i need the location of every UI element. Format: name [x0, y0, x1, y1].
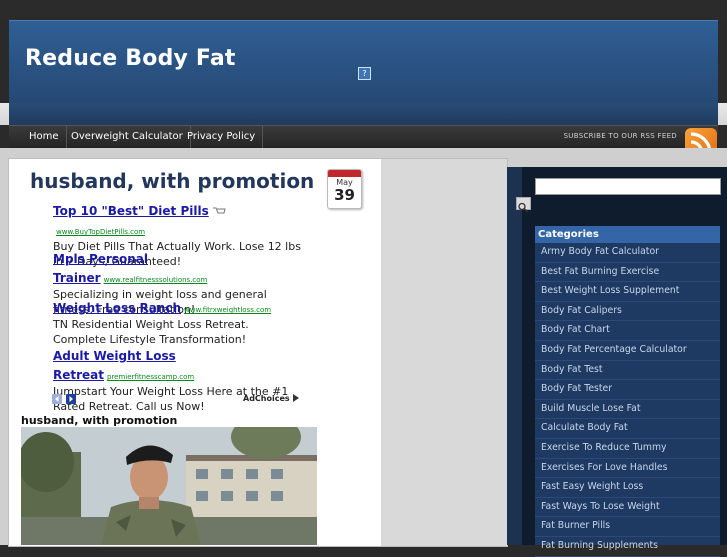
ad-prev-button[interactable]: [52, 394, 62, 404]
sidebar-strip: [507, 167, 522, 545]
nav-item-overweight-calculator[interactable]: Overweight Calculator: [64, 126, 191, 148]
ad-url[interactable]: www.fitrxweightloss.com: [184, 306, 271, 314]
calendar-icon: May 39: [327, 169, 362, 209]
category-link[interactable]: Build Muscle Lose Fat: [535, 400, 720, 420]
help-icon[interactable]: ?: [358, 67, 371, 80]
category-link[interactable]: Army Body Fat Calculator: [535, 243, 720, 263]
ad-title[interactable]: Top 10 "Best" Diet Pills: [53, 204, 209, 218]
nav-item-privacy-policy[interactable]: Privacy Policy: [180, 126, 264, 148]
category-link[interactable]: Body Fat Test: [535, 361, 720, 381]
category-link[interactable]: Fat Burning Supplements: [535, 537, 720, 557]
category-link[interactable]: Fast Ways To Lose Weight: [535, 498, 720, 518]
main-navigation: Home Overweight Calculator Privacy Polic…: [9, 125, 718, 148]
post-date-day: 39: [334, 186, 355, 204]
category-link[interactable]: Exercises For Love Handles: [535, 459, 720, 479]
categories-title: Categories: [535, 226, 720, 243]
top-band: [0, 0, 727, 20]
ad-url[interactable]: premierfitnesscamp.com: [107, 373, 194, 381]
ad-url[interactable]: www.BuyTopDietPills.com: [56, 228, 145, 236]
category-link[interactable]: Fat Burner Pills: [535, 517, 720, 537]
category-link[interactable]: Best Weight Loss Supplement: [535, 282, 720, 302]
content-gutter: [381, 159, 507, 546]
ad-unit: Weight Loss Ranch www.fitrxweightloss.com…: [53, 297, 303, 347]
adchoices-link[interactable]: AdChoices: [243, 394, 299, 403]
ad-next-button[interactable]: [66, 394, 76, 404]
nav-item-home[interactable]: Home: [22, 126, 67, 148]
magnifier-icon: [518, 202, 529, 213]
adchoices-icon: [292, 394, 299, 402]
ad-unit: Adult Weight Loss Retreat premierfitnessc…: [53, 345, 303, 414]
rss-subscribe-link[interactable]: SUBSCRIBE TO OUR RSS FEED: [564, 126, 677, 147]
category-link[interactable]: Best Fat Burning Exercise: [535, 263, 720, 283]
ad-description: TN Residential Weight Loss Retreat. Comp…: [53, 318, 249, 346]
ad-title[interactable]: Weight Loss Ranch: [53, 301, 181, 315]
calendar-rings: [328, 170, 361, 177]
shopping-cart-icon: [212, 207, 226, 214]
chevron-right-icon: [69, 396, 73, 402]
category-link[interactable]: Body Fat Calipers: [535, 302, 720, 322]
category-link[interactable]: Body Fat Tester: [535, 380, 720, 400]
category-link[interactable]: Calculate Body Fat: [535, 419, 720, 439]
post-subheading: husband, with promotion: [21, 414, 178, 427]
chevron-left-icon: [55, 396, 59, 402]
site-title[interactable]: Reduce Body Fat: [25, 46, 236, 71]
header-bottom-strip: [9, 103, 718, 125]
category-link[interactable]: Exercise To Reduce Tummy: [535, 439, 720, 459]
search-button[interactable]: [516, 197, 531, 213]
categories-widget: Categories Army Body Fat Calculator Best…: [535, 226, 720, 557]
category-link[interactable]: Body Fat Percentage Calculator: [535, 341, 720, 361]
post-title[interactable]: husband, with promotion: [30, 169, 314, 193]
search-input[interactable]: [535, 178, 721, 195]
post-photo[interactable]: [21, 427, 317, 545]
adchoices-label: AdChoices: [243, 394, 290, 403]
category-link[interactable]: Body Fat Chart: [535, 321, 720, 341]
category-link[interactable]: Fast Easy Weight Loss: [535, 478, 720, 498]
ad-url[interactable]: www.realfitnesssolutions.com: [104, 276, 208, 284]
